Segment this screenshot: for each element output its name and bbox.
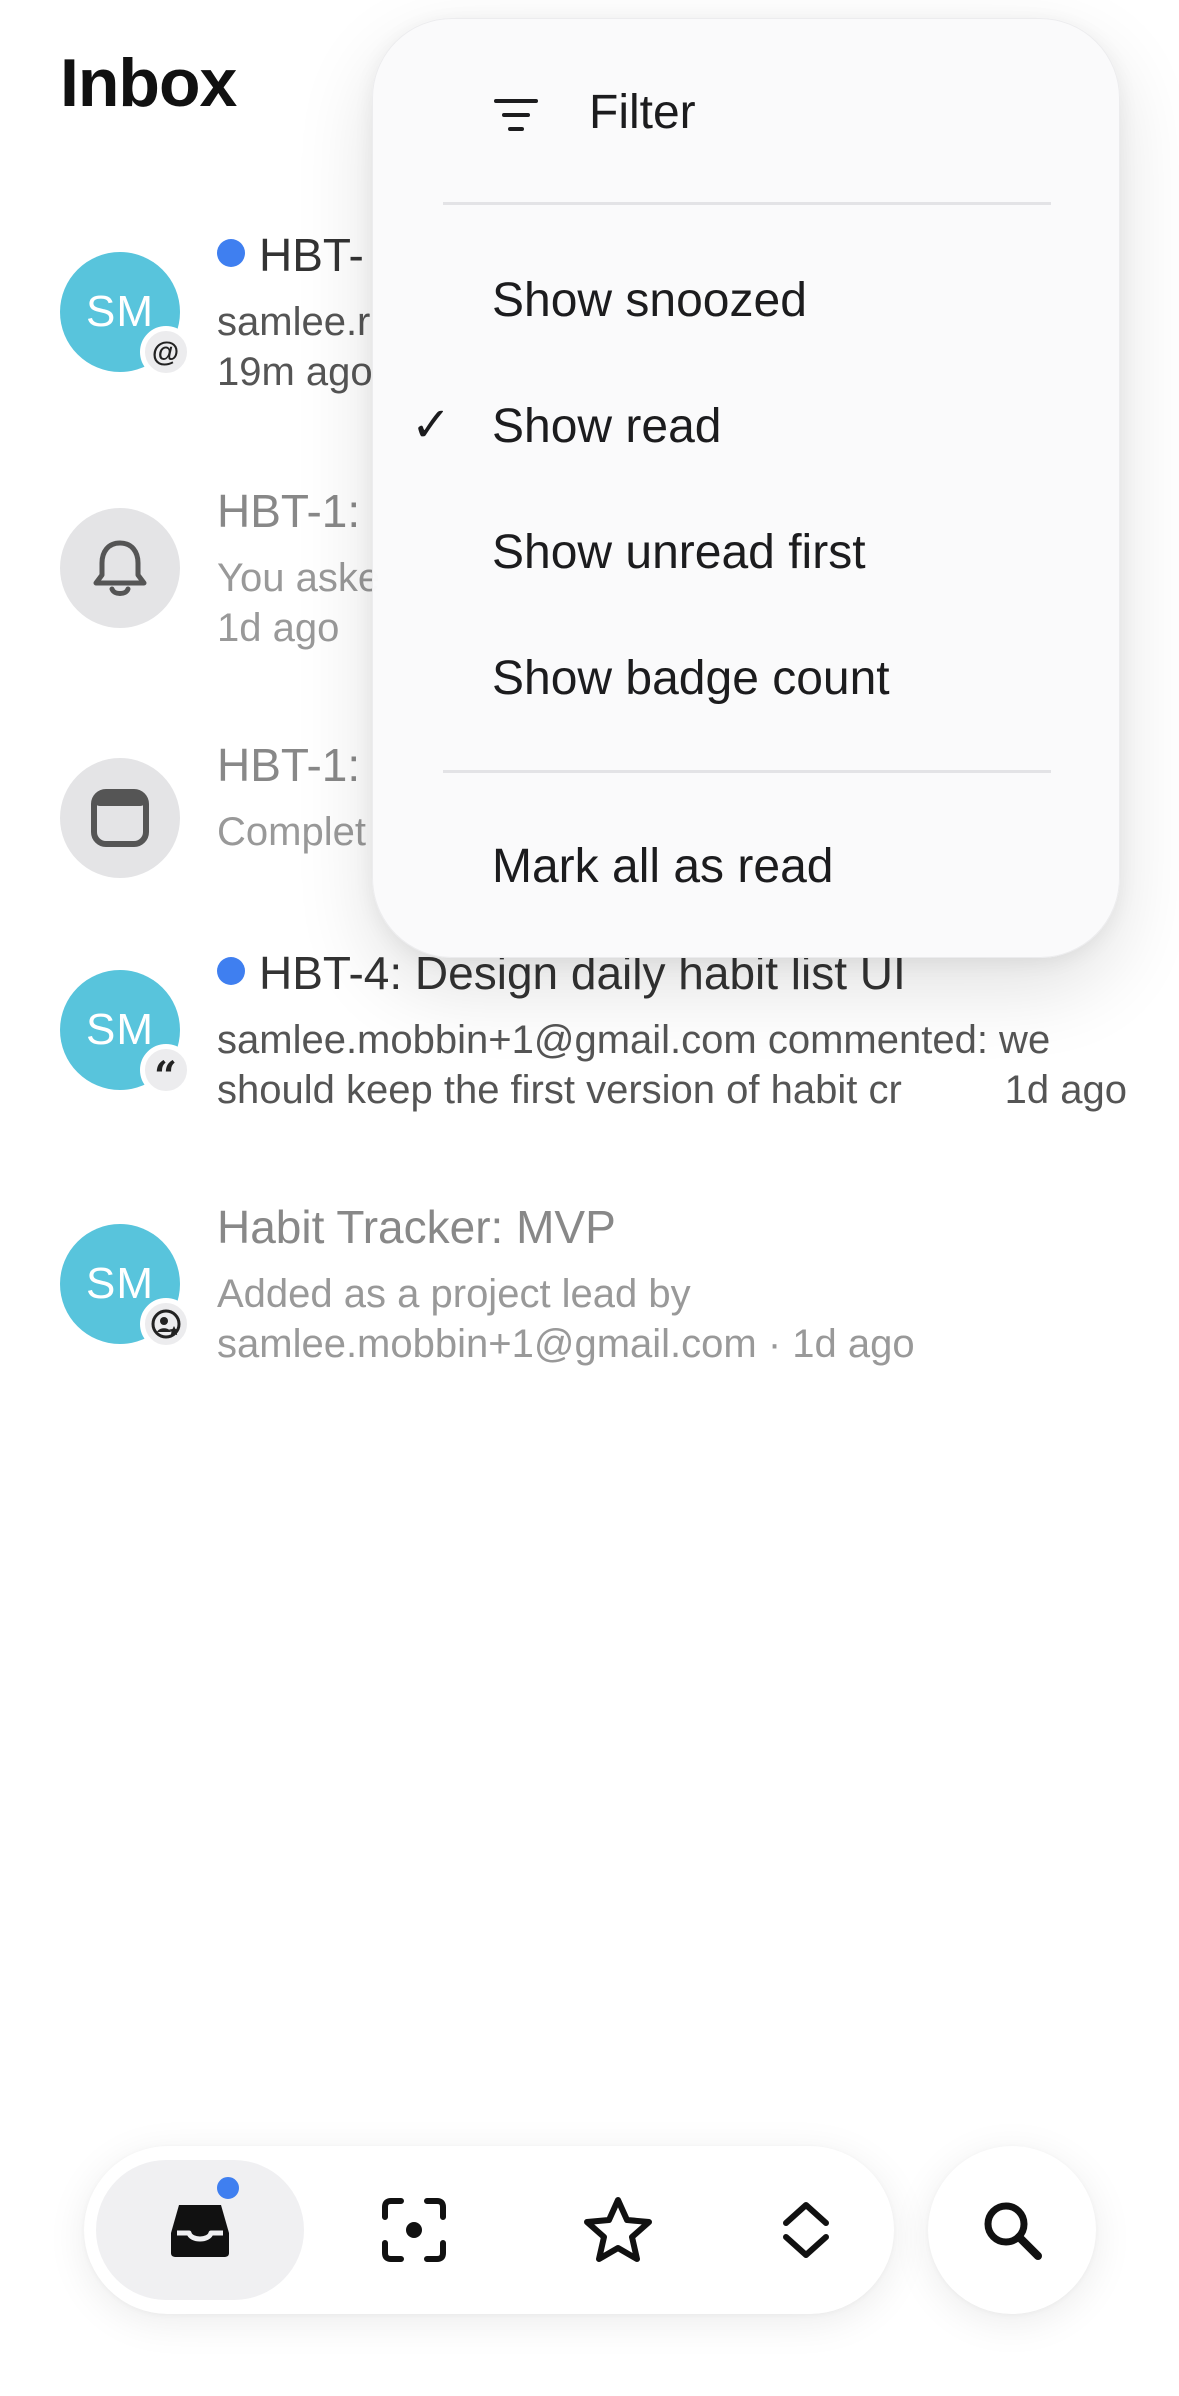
item-timestamp: samlee.mobbin+1@gmail.com · 1d ago (217, 1322, 915, 1366)
avatar-initials: SM (86, 1259, 154, 1308)
tab-switcher[interactable] (736, 2160, 876, 2300)
menu-item-show-snoozed[interactable]: Show snoozed (373, 245, 1121, 355)
menu-item-show-read[interactable]: ✓ Show read (373, 371, 1121, 481)
avatar: SM @ (60, 252, 192, 378)
item-title: HBT-1: (217, 739, 361, 791)
inbox-tray-icon (171, 2205, 229, 2257)
unread-dot (217, 239, 245, 267)
tab-favorites[interactable] (548, 2160, 688, 2300)
item-title: HBT- (217, 228, 364, 282)
menu-divider (443, 202, 1051, 205)
bell-icon (93, 540, 147, 596)
menu-item-show-badge-count[interactable]: Show badge count (373, 623, 1121, 733)
avatar (60, 758, 180, 878)
at-sign-icon: @ (140, 326, 192, 378)
tab-inbox[interactable] (96, 2160, 304, 2300)
chevron-up-down-icon (783, 2202, 829, 2258)
avatar-initials: SM (86, 1005, 154, 1054)
focus-scan-icon (382, 2198, 446, 2262)
item-summary: You aske (217, 556, 381, 600)
menu-item-label: Show read (492, 400, 722, 453)
item-timestamp: 19m ago (217, 350, 373, 394)
notification-dot (212, 2172, 244, 2204)
menu-item-label: Show unread first (492, 526, 866, 579)
search-button[interactable] (928, 2146, 1096, 2314)
menu-item-label: Mark all as read (492, 840, 834, 893)
menu-item-label: Show snoozed (492, 274, 807, 327)
item-summary: samlee.mobbin+1@gmail.com commented: we (217, 1018, 1051, 1062)
project-lead-icon (140, 1298, 192, 1350)
item-summary-continued: should keep the first version of habit c… (217, 1068, 1127, 1113)
filter-icon (494, 99, 538, 131)
unread-dot (217, 957, 245, 985)
tab-focus[interactable] (344, 2160, 484, 2300)
menu-filter-header[interactable]: Filter (373, 57, 1121, 167)
page-title: Inbox (60, 45, 237, 121)
menu-item-show-unread-first[interactable]: Show unread first (373, 497, 1121, 607)
menu-divider (443, 770, 1051, 773)
quote-icon: “ (140, 1044, 192, 1097)
item-title: Habit Tracker: MVP (217, 1201, 616, 1253)
inbox-item[interactable]: SM Habit Tracker: MVP Added as a project… (0, 1200, 1179, 1400)
avatar: SM (60, 1224, 192, 1350)
item-summary: Added as a project lead by (217, 1272, 691, 1316)
item-timestamp: 1d ago (964, 1068, 1127, 1113)
menu-item-mark-all-read[interactable]: Mark all as read (373, 811, 1121, 921)
menu-item-label: Show badge count (492, 652, 890, 705)
avatar: SM “ (60, 970, 192, 1097)
inbox-item[interactable]: SM “ HBT-4: Design daily habit list UI s… (0, 946, 1179, 1146)
filter-menu: Filter Show snoozed ✓ Show read Show unr… (372, 18, 1120, 958)
avatar (60, 508, 180, 628)
window-icon (91, 789, 149, 847)
item-summary: samlee.r (217, 300, 371, 344)
menu-filter-label: Filter (589, 86, 696, 139)
item-summary: Complet (217, 810, 366, 854)
checkmark-icon: ✓ (411, 399, 452, 452)
search-icon (984, 2202, 1042, 2260)
item-timestamp: 1d ago (217, 606, 340, 650)
bottom-tab-bar (84, 2146, 894, 2314)
star-icon (584, 2197, 652, 2262)
avatar-initials: SM (86, 287, 154, 336)
item-title: HBT-1: (217, 485, 361, 537)
